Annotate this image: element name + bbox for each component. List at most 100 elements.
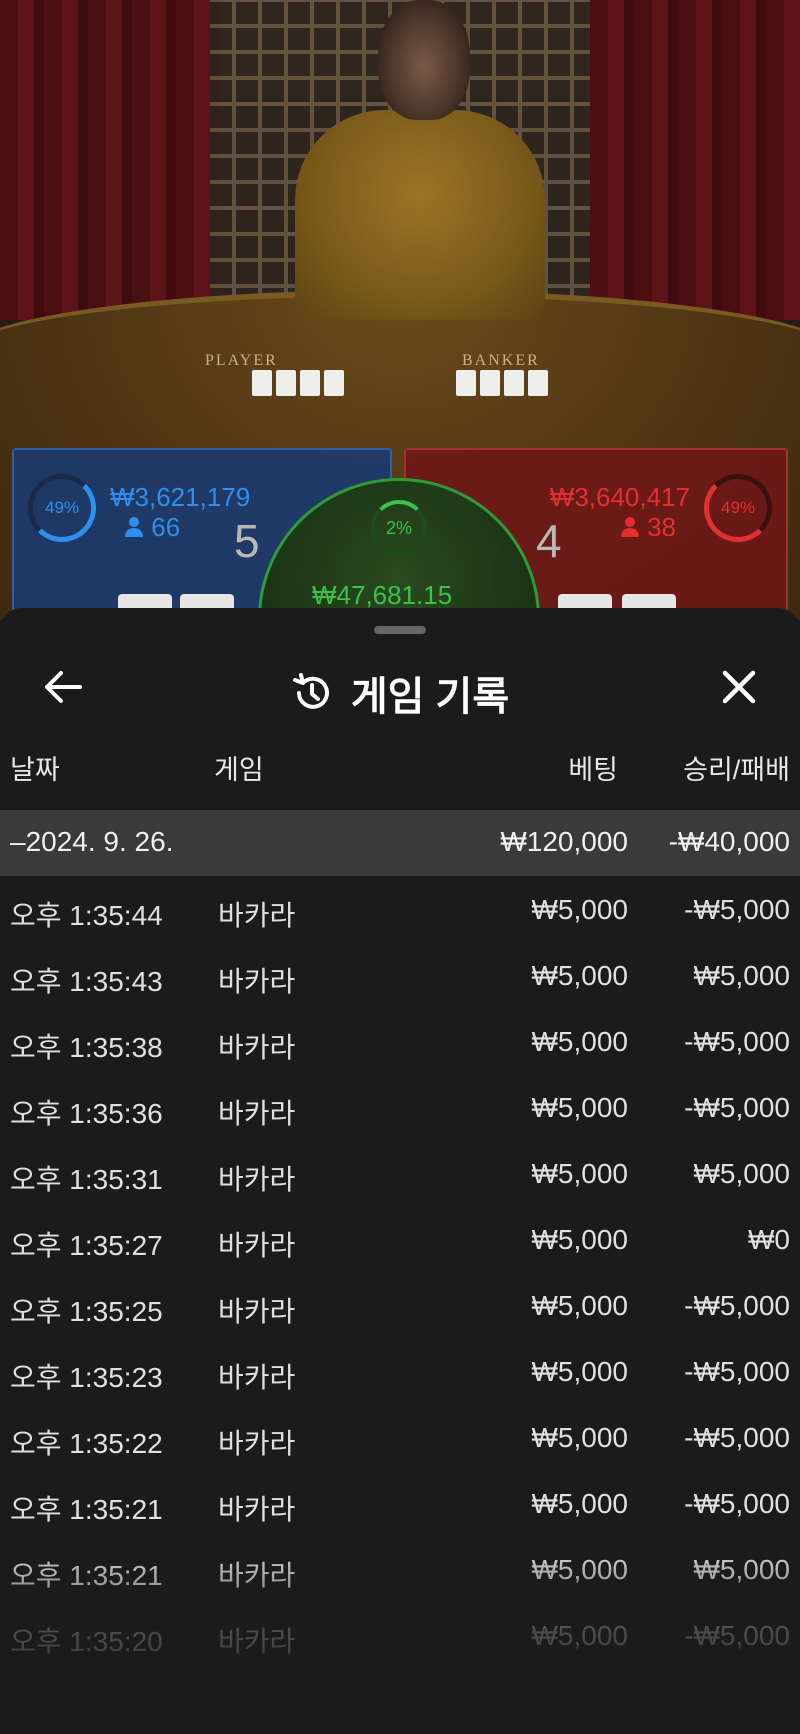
- sheet-header: 게임 기록: [0, 652, 800, 722]
- player-score: 5: [234, 515, 260, 567]
- row-bet: ₩5,000: [531, 1026, 629, 1057]
- history-row[interactable]: 오후 1:35:44 바카라 ₩5,000 -₩5,000: [0, 876, 800, 942]
- row-bet: ₩5,000: [531, 1158, 629, 1189]
- row-time: 오후 1:35:25: [10, 1296, 163, 1327]
- curtain-left: [0, 0, 220, 320]
- row-bet: ₩5,000: [531, 1290, 629, 1321]
- playing-card: [276, 370, 296, 396]
- playing-card: [324, 370, 344, 396]
- row-time: 오후 1:35:43: [10, 966, 163, 997]
- row-result: -₩5,000: [684, 894, 790, 925]
- row-result: ₩5,000: [693, 1158, 791, 1189]
- close-icon: [722, 670, 756, 704]
- row-time: 오후 1:35:21: [10, 1560, 163, 1591]
- row-time: 오후 1:35:20: [10, 1626, 163, 1657]
- row-bet: ₩5,000: [531, 1620, 629, 1651]
- row-game: 바카라: [218, 1164, 296, 1195]
- history-list: 오후 1:35:44 바카라 ₩5,000 -₩5,000 오후 1:35:43 바카라 ₩…: [0, 876, 800, 1668]
- player-percent: 49%: [44, 498, 80, 517]
- date-group-win-total: -₩40,000: [668, 826, 790, 857]
- date-group-label: –2024. 9. 26.: [10, 826, 174, 857]
- row-result: -₩5,000: [684, 1026, 790, 1057]
- history-row[interactable]: 오후 1:35:21 바카라 ₩5,000 -₩5,000: [0, 1470, 800, 1536]
- person-icon: [125, 517, 143, 537]
- history-row[interactable]: 오후 1:35:36 바카라 ₩5,000 -₩5,000: [0, 1074, 800, 1140]
- row-game: 바카라: [218, 1230, 296, 1261]
- dealer-head: [378, 0, 470, 120]
- banker-percent: 49%: [720, 498, 756, 517]
- row-bet: ₩5,000: [531, 1224, 629, 1255]
- history-row[interactable]: 오후 1:35:23 바카라 ₩5,000 -₩5,000: [0, 1338, 800, 1404]
- row-time: 오후 1:35:31: [10, 1164, 163, 1195]
- history-icon: [292, 673, 329, 709]
- history-row[interactable]: 오후 1:35:20 바카라 ₩5,000 -₩5,000: [0, 1602, 800, 1668]
- row-bet: ₩5,000: [531, 1554, 629, 1585]
- sheet-title: 게임 기록: [350, 675, 510, 719]
- row-time: 오후 1:35:38: [10, 1032, 163, 1063]
- row-result: -₩5,000: [684, 1092, 790, 1123]
- column-header-date: 날짜: [10, 755, 60, 785]
- history-row[interactable]: 오후 1:35:25 바카라 ₩5,000 -₩5,000: [0, 1272, 800, 1338]
- history-row[interactable]: 오후 1:35:31 바카라 ₩5,000 ₩5,000: [0, 1140, 800, 1206]
- date-group-bet-total: ₩120,000: [500, 826, 628, 857]
- row-time: 오후 1:35:44: [10, 900, 163, 931]
- row-game: 바카라: [218, 1032, 296, 1063]
- row-result: ₩0: [748, 1224, 790, 1255]
- row-game: 바카라: [218, 1428, 296, 1459]
- history-row[interactable]: 오후 1:35:38 바카라 ₩5,000 -₩5,000: [0, 1008, 800, 1074]
- row-time: 오후 1:35:22: [10, 1428, 163, 1459]
- person-icon: [620, 517, 639, 537]
- date-group-row[interactable]: –2024. 9. 26. ₩120,000 -₩40,000: [0, 810, 800, 876]
- close-button[interactable]: [714, 662, 764, 712]
- row-bet: ₩5,000: [531, 1092, 629, 1123]
- row-time: 오후 1:35:21: [10, 1494, 163, 1525]
- column-header-win-loss: 승리/패배: [683, 755, 790, 785]
- banker-percent-ring: 49%: [704, 474, 772, 542]
- tie-percent: 2%: [385, 517, 412, 538]
- row-result: -₩5,000: [684, 1620, 790, 1651]
- row-bet: ₩5,000: [531, 1356, 629, 1387]
- playing-card: [528, 370, 548, 396]
- row-game: 바카라: [218, 1362, 296, 1393]
- row-game: 바카라: [218, 1626, 296, 1657]
- player-percent-ring: 49%: [28, 474, 96, 542]
- row-bet: ₩5,000: [531, 960, 629, 991]
- playing-card: [480, 370, 500, 396]
- history-row[interactable]: 오후 1:35:22 바카라 ₩5,000 -₩5,000: [0, 1404, 800, 1470]
- row-time: 오후 1:35:23: [10, 1362, 163, 1393]
- sheet-drag-handle[interactable]: [374, 626, 426, 634]
- row-game: 바카라: [218, 966, 296, 997]
- banker-bettor-count: 38: [620, 512, 676, 543]
- row-time: 오후 1:35:36: [10, 1098, 163, 1129]
- row-game: 바카라: [218, 1560, 296, 1591]
- row-result: ₩5,000: [693, 1554, 791, 1585]
- row-game: 바카라: [218, 900, 296, 931]
- game-history-sheet: 게임 기록 날짜 게임 베팅 승리/패배 –2024. 9. 26. ₩120,…: [0, 608, 800, 1734]
- row-result: -₩5,000: [684, 1422, 790, 1453]
- row-result: -₩5,000: [684, 1488, 790, 1519]
- row-result: ₩5,000: [693, 960, 791, 991]
- row-bet: ₩5,000: [531, 1422, 629, 1453]
- felt-banker-label: BANKER: [462, 352, 540, 369]
- banker-count-value: 38: [647, 512, 676, 542]
- player-bettor-count: 66: [124, 512, 180, 543]
- playing-card: [300, 370, 320, 396]
- row-game: 바카라: [218, 1098, 296, 1129]
- history-row[interactable]: 오후 1:35:43 바카라 ₩5,000 ₩5,000: [0, 942, 800, 1008]
- column-header-bet: 베팅: [568, 755, 618, 785]
- tie-percent-ring: 2%: [371, 500, 427, 556]
- row-game: 바카라: [218, 1296, 296, 1327]
- dealer: [295, 110, 545, 320]
- banker-total-amount: ₩3,640,417: [549, 482, 690, 512]
- player-total-amount: ₩3,621,179: [110, 482, 251, 512]
- row-game: 바카라: [218, 1494, 296, 1525]
- playing-card: [504, 370, 524, 396]
- banker-score: 4: [536, 515, 562, 567]
- history-row[interactable]: 오후 1:35:21 바카라 ₩5,000 ₩5,000: [0, 1536, 800, 1602]
- playing-card: [252, 370, 272, 396]
- player-count-value: 66: [151, 512, 181, 542]
- tie-total-amount: ₩47,681.15: [312, 580, 453, 610]
- column-header-game: 게임: [214, 755, 264, 785]
- felt-player-label: PLAYER: [205, 352, 278, 369]
- history-row[interactable]: 오후 1:35:27 바카라 ₩5,000 ₩0: [0, 1206, 800, 1272]
